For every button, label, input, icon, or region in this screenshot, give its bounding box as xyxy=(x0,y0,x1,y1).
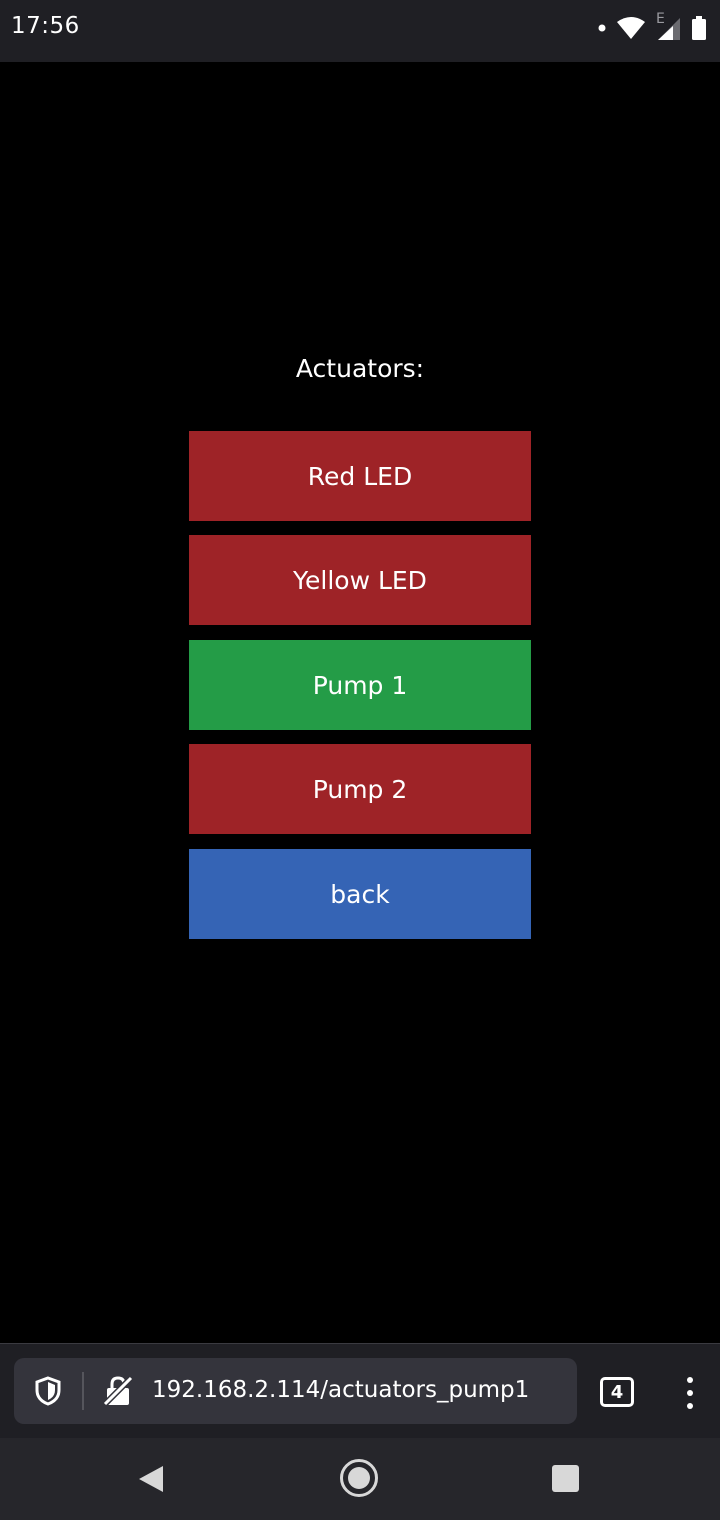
wifi-icon xyxy=(616,16,646,40)
tabs-icon[interactable]: 4 xyxy=(600,1377,634,1407)
red-led-button[interactable]: Red LED xyxy=(189,431,531,521)
browser-toolbar: 192.168.2.114/actuators_pump1 4 xyxy=(0,1343,720,1438)
cellular-signal-icon: E xyxy=(656,11,682,42)
pump-1-button[interactable]: Pump 1 xyxy=(189,640,531,730)
recents-square-icon[interactable] xyxy=(552,1465,579,1496)
page-heading: Actuators: xyxy=(295,354,425,383)
url-text[interactable]: 192.168.2.114/actuators_pump1 xyxy=(152,1377,529,1403)
phone-screen: 17:56 E Actuators: Red LED Yellow LED Pu… xyxy=(0,0,720,1520)
status-icons: E xyxy=(598,11,706,42)
battery-icon xyxy=(692,16,706,40)
back-button[interactable]: back xyxy=(189,849,531,939)
back-triangle-icon[interactable] xyxy=(137,1464,165,1498)
more-vert-icon[interactable] xyxy=(680,1377,700,1409)
shield-icon[interactable] xyxy=(34,1376,62,1410)
tab-count: 4 xyxy=(610,1381,624,1403)
yellow-led-button[interactable]: Yellow LED xyxy=(189,535,531,625)
address-bar-divider xyxy=(82,1372,84,1410)
web-content: Actuators: Red LED Yellow LED Pump 1 Pum… xyxy=(0,62,720,1343)
notification-dot-icon xyxy=(598,24,606,32)
not-secure-lock-icon[interactable] xyxy=(101,1374,135,1411)
address-bar[interactable]: 192.168.2.114/actuators_pump1 xyxy=(14,1358,577,1424)
status-time: 17:56 xyxy=(11,13,80,39)
status-bar: 17:56 E xyxy=(0,0,720,62)
navigation-bar xyxy=(0,1438,720,1520)
home-circle-icon[interactable] xyxy=(339,1458,379,1502)
pump-2-button[interactable]: Pump 2 xyxy=(189,744,531,834)
